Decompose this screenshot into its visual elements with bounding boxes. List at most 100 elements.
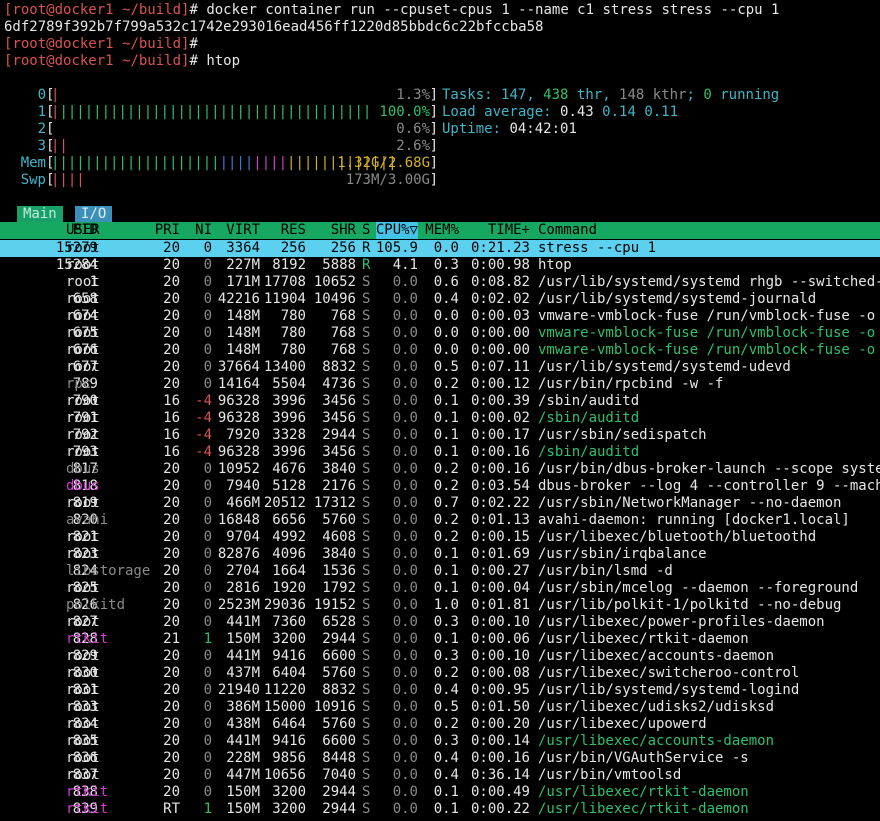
process-row[interactable]: 15279 root 20 0 3364 256 256 R 105.9 0.0 0:21.23 st… [0,240,880,257]
cell-mem: 0.2 [433,665,459,681]
cell-res: 4096 [272,546,306,562]
process-row[interactable]: 826 polkitd 20 0 2523M 29036 19152 S 0.0 1.0 0:01.… [0,597,880,614]
process-row[interactable]: 837 root 20 0 447M 10656 7040 S 0.0 0.4 0:36.14/us… [0,767,880,784]
cell-mem: 0.1 [433,444,459,460]
cell-s: S [362,665,371,681]
col-command[interactable]: Command [538,222,597,239]
cell-shr: 1536 [322,563,356,579]
cell-time: 0:03.54 [470,478,530,494]
process-row[interactable]: 1 root 20 0 171M 17708 10652 S 0.0 0.6 0:08.82/usr… [0,274,880,291]
cell-pri: 20 [163,648,180,664]
cell-virt: 2816 [226,580,260,596]
cell-mem: 0.5 [433,699,459,715]
col-virt[interactable]: VIRT [226,222,260,239]
process-row[interactable]: 821 root 20 0 9704 4992 4608 S 0.0 0.2 0:00.15/usr… [0,529,880,546]
cell-mem: 0.1 [433,784,459,800]
cell-time: 0:00.00 [470,325,530,341]
process-row[interactable]: 828 rtkit 21 1 150M 3200 2944 S 0.0 0.1 0:00.06/us… [0,631,880,648]
cell-s: S [362,529,371,545]
process-row[interactable]: 819 root 20 0 466M 20512 17312 S 0.0 0.7 0:02.22/u… [0,495,880,512]
cell-time: 0:00.06 [470,631,530,647]
prompt-symbol: # [189,2,207,18]
cell-mem: 0.0 [433,342,459,358]
tab-io[interactable]: I/O [75,206,113,222]
col-pri[interactable]: PRI [155,222,180,239]
process-row[interactable]: 835 root 20 0 441M 9416 6600 S 0.0 0.3 0:00.14/usr… [0,733,880,750]
process-row[interactable]: 792 root 16 -4 7920 3328 2944 S 0.0 0.1 0:00.17/us… [0,427,880,444]
cell-time: 0:02.22 [470,495,530,511]
process-row[interactable]: 829 root 20 0 441M 9416 6600 S 0.0 0.3 0:00.10/usr… [0,648,880,665]
process-row[interactable]: 793 root 16 -4 96328 3996 3456 S 0.0 0.1 0:00.16/s… [0,444,880,461]
process-row[interactable]: 824 libstorage 20 0 2704 1664 1536 S 0.0 0.1 0:00.… [0,563,880,580]
col-ni[interactable]: NI [195,222,212,239]
cell-mem: 0.4 [433,767,459,783]
cell-ni: 0 [203,563,212,579]
process-row[interactable]: 836 root 20 0 228M 9856 8448 S 0.0 0.4 0:00.16/usr… [0,750,880,767]
cell-time: 0:00.98 [470,257,530,273]
col-time[interactable]: TIME+ [488,222,530,239]
process-row[interactable]: 839 rtkit RT 1 150M 3200 2944 S 0.0 0.1 0:00.22/us… [0,801,880,818]
tab-main[interactable]: Main [17,206,63,222]
cell-cpu: 0.0 [392,699,418,715]
cell-cmd: /usr/sbin/NetworkManager --no-daemon [538,495,842,511]
cell-cmd: /usr/libexec/accounts-daemon [538,733,775,749]
cell-s: S [362,767,371,783]
cell-ni: -4 [195,393,212,409]
process-row[interactable]: 818 dbus 20 0 7940 5128 2176 S 0.0 0.2 0:03.54 dbus… [0,478,880,495]
col-user[interactable]: USER [66,222,100,239]
process-row[interactable]: 831 root 20 0 21940 11220 8832 S 0.0 0.4 0:00.95/u… [0,682,880,699]
process-row[interactable]: 838 rtkit 20 0 150M 3200 2944 S 0.0 0.1 0:00.49/us… [0,784,880,801]
process-row[interactable]: 674 root 20 0 148M 780 768 S 0.0 0.0 0:00.03 vmware… [0,308,880,325]
prompt-dir: ~/build] [113,53,190,69]
cell-virt: 441M [226,733,260,749]
process-row[interactable]: 15284 root 20 0 227M 8192 5888 R 4.1 0.3 0:00.98 ht… [0,257,880,274]
col-cpu-sorted[interactable]: CPU%▽ [375,222,418,239]
cell-s: S [362,325,371,341]
cell-mem: 0.0 [433,240,459,256]
process-row[interactable]: 677 root 20 0 37664 13400 8832 S 0.0 0.5 0:07.11/u… [0,359,880,376]
process-row[interactable]: 830 root 20 0 437M 6404 5760 S 0.0 0.2 0:00.08/usr… [0,665,880,682]
cell-mem: 0.4 [433,750,459,766]
cell-cpu: 0.0 [392,512,418,528]
process-row[interactable]: 790 root 16 -4 96328 3996 3456 S 0.0 0.1 0:00.39/s… [0,393,880,410]
cell-cmd: /usr/libexec/power-profiles-daemon [538,614,825,630]
process-row[interactable]: 676 root 20 0 148M 780 768 S 0.0 0.0 0:00.00 vmware… [0,342,880,359]
col-state[interactable]: S [362,222,370,239]
command-text: htop [206,53,241,69]
cell-pri: 21 [163,631,180,647]
process-row[interactable]: 817 dbus 20 0 10952 4676 3840 S 0.0 0.2 0:00.16/us… [0,461,880,478]
cell-pri: 20 [163,257,180,273]
cell-pri: 20 [163,342,180,358]
cell-user: dbus [66,461,100,477]
process-row[interactable]: 791 root 16 -4 96328 3996 3456 S 0.0 0.1 0:00.02/s… [0,410,880,427]
col-mem[interactable]: MEM% [425,222,459,239]
cell-cpu: 0.0 [392,393,418,409]
cell-shr: 3840 [322,461,356,477]
col-res[interactable]: RES [281,222,306,239]
process-row[interactable]: 658 root 20 0 42216 11904 10496 S 0.0 0.4 0:02.02/… [0,291,880,308]
cell-mem: 0.1 [433,546,459,562]
process-row[interactable]: 820 avahi 20 0 16848 6656 5760 S 0.0 0.2 0:01.13 av… [0,512,880,529]
cell-pri: 20 [163,716,180,732]
meter-mem: Mem[||||||||||||||||||||||||||||||||||||… [0,155,438,172]
cell-time: 0:01.69 [470,546,530,562]
cell-user: root [66,410,100,426]
cell-ni: 0 [203,648,212,664]
process-row[interactable]: 823 root 20 0 82876 4096 3840 S 0.0 0.1 0:01.69/us… [0,546,880,563]
process-row[interactable]: 834 root 20 0 438M 6464 5760 S 0.0 0.2 0:00.20/usr… [0,716,880,733]
process-row[interactable]: 825 root 20 0 2816 1920 1792 S 0.0 0.1 0:00.04/usr… [0,580,880,597]
cell-cpu: 0.0 [392,665,418,681]
cell-cmd: /usr/libexec/rtkit-daemon [538,801,749,817]
cell-ni: 0 [203,580,212,596]
prompt-symbol: # [189,53,207,69]
cell-cmd: /usr/lib/systemd/systemd-udevd [538,359,791,375]
process-row[interactable]: 827 root 20 0 441M 7360 6528 S 0.0 0.3 0:00.10/usr… [0,614,880,631]
cell-virt: 438M [226,716,260,732]
cell-cmd: /usr/bin/dbus-broker-launch --scope syst… [538,461,880,477]
process-row[interactable]: 789 rpc 20 0 14164 5504 4736 S 0.0 0.2 0:00.12/usr… [0,376,880,393]
process-row[interactable]: 675 root 20 0 148M 780 768 S 0.0 0.0 0:00.00 vmware… [0,325,880,342]
cell-cmd: /usr/libexec/rtkit-daemon [538,784,749,800]
cell-ni: 0 [203,733,212,749]
col-shr[interactable]: SHR [331,222,356,239]
process-row[interactable]: 833 root 20 0 386M 15000 10916 S 0.0 0.5 0:01.50/u… [0,699,880,716]
